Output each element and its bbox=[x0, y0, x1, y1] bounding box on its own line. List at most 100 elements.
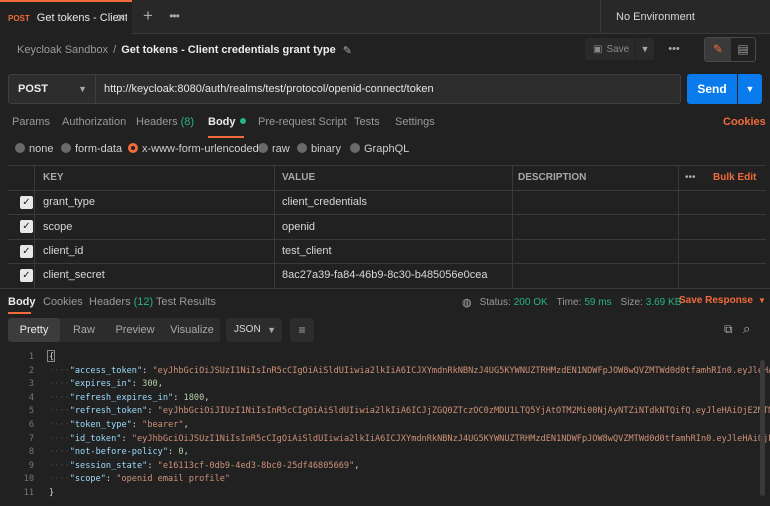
more-tabs-icon[interactable]: ••• bbox=[164, 6, 184, 26]
documentation-icon[interactable]: ▤ bbox=[731, 38, 755, 61]
response-tab-test-results[interactable]: Test Results bbox=[156, 296, 216, 308]
tab-settings[interactable]: Settings bbox=[395, 116, 435, 130]
code-line: } bbox=[49, 488, 55, 498]
radio-circle-selected bbox=[128, 143, 138, 153]
bulk-edit-button[interactable]: Bulk Edit bbox=[713, 166, 756, 190]
cookies-link[interactable]: Cookies bbox=[723, 116, 766, 128]
response-tab-headers-count: (12) bbox=[133, 296, 154, 308]
row-divider bbox=[8, 263, 766, 264]
breadcrumb-collection[interactable]: Keycloak Sandbox bbox=[17, 44, 108, 56]
radio-raw[interactable]: raw bbox=[258, 143, 290, 157]
response-divider[interactable] bbox=[0, 288, 770, 289]
response-body-viewer[interactable]: 1{2 ····"access_token": "eyJhbGciOiJSUzI1… bbox=[0, 350, 770, 506]
vertical-scrollbar[interactable] bbox=[760, 360, 765, 496]
json-key: "expires_in" bbox=[69, 379, 132, 390]
column-header-value: VALUE bbox=[282, 172, 316, 183]
column-divider bbox=[678, 166, 679, 288]
row-checkbox[interactable]: ✓ bbox=[20, 269, 33, 282]
radio-graphql[interactable]: GraphQL bbox=[350, 143, 409, 157]
row-checkbox[interactable]: ✓ bbox=[20, 196, 33, 209]
line-number: 1 bbox=[28, 352, 34, 362]
tab-authorization[interactable]: Authorization bbox=[62, 116, 126, 130]
response-tab-cookies[interactable]: Cookies bbox=[43, 296, 83, 308]
param-key[interactable]: scope bbox=[43, 221, 72, 233]
environment-select[interactable]: No Environment bbox=[600, 0, 770, 34]
param-key[interactable]: client_secret bbox=[43, 269, 105, 281]
search-icon[interactable]: ⌕ bbox=[743, 321, 750, 337]
line-number: 6 bbox=[28, 420, 34, 430]
status-value[interactable]: 200 OK bbox=[514, 297, 548, 308]
json-value: 0 bbox=[178, 447, 184, 458]
radio-binary[interactable]: binary bbox=[297, 143, 341, 157]
param-value[interactable]: test_client bbox=[282, 245, 332, 257]
param-value[interactable]: client_credentials bbox=[282, 196, 367, 208]
format-raw[interactable]: Raw bbox=[62, 318, 106, 342]
format-preview[interactable]: Preview bbox=[108, 318, 162, 342]
tab-body[interactable]: Body bbox=[208, 116, 246, 130]
format-pretty[interactable]: Pretty bbox=[8, 318, 60, 342]
tab-prerequest-script[interactable]: Pre-request Script bbox=[258, 116, 347, 130]
time-label: Time: bbox=[556, 296, 582, 308]
breadcrumb: Keycloak Sandbox / Get tokens - Client c… bbox=[17, 43, 352, 57]
json-value: "openid email profile" bbox=[116, 474, 231, 485]
language-select[interactable]: JSON ▼ bbox=[226, 318, 282, 342]
request-tab[interactable]: POST Get tokens - Client credentials gra… bbox=[0, 0, 132, 34]
format-visualize[interactable]: Visualize bbox=[164, 318, 220, 342]
param-value[interactable]: 8ac27a39-fa84-46b9-8c30-b485056e0cea bbox=[282, 269, 488, 281]
response-tab-headers[interactable]: Headers (12) bbox=[89, 296, 153, 308]
globe-icon[interactable]: ◍ bbox=[462, 296, 472, 309]
time-value[interactable]: 59 ms bbox=[584, 297, 611, 308]
column-divider bbox=[34, 166, 35, 288]
method-select[interactable]: POST ▼ bbox=[8, 74, 96, 104]
url-input[interactable]: http://keycloak:8080/auth/realms/test/pr… bbox=[96, 74, 681, 104]
save-response-button[interactable]: Save Response ▼ bbox=[679, 295, 766, 306]
tab-params[interactable]: Params bbox=[12, 116, 50, 130]
size-value[interactable]: 3.69 KB bbox=[646, 297, 682, 308]
param-value[interactable]: openid bbox=[282, 221, 315, 233]
row-checkbox[interactable]: ✓ bbox=[20, 245, 33, 258]
radio-form-data-label: form-data bbox=[75, 143, 123, 155]
row-checkbox[interactable]: ✓ bbox=[20, 220, 33, 233]
code-line: ····"expires_in": 300, bbox=[49, 379, 163, 390]
json-key: "id_token" bbox=[69, 433, 122, 444]
row-divider bbox=[8, 190, 766, 191]
wrap-lines-icon[interactable]: ≡ bbox=[290, 318, 314, 342]
radio-binary-label: binary bbox=[311, 143, 341, 155]
more-columns-icon[interactable]: ••• bbox=[685, 166, 696, 190]
tab-body-label: Body bbox=[208, 116, 236, 128]
param-key[interactable]: client_id bbox=[43, 245, 83, 257]
radio-none-label: none bbox=[29, 143, 54, 155]
plus-icon[interactable]: + bbox=[138, 6, 158, 26]
chevron-down-icon[interactable]: ▼ bbox=[636, 38, 654, 60]
chevron-down-icon: ▼ bbox=[267, 325, 276, 335]
request-tab-method: POST bbox=[8, 13, 30, 23]
param-key[interactable]: grant_type bbox=[43, 196, 95, 208]
radio-urlencoded[interactable]: x-www-form-urlencoded bbox=[128, 143, 259, 157]
row-divider bbox=[8, 239, 766, 240]
copy-icon[interactable]: ⧉ bbox=[724, 322, 733, 337]
radio-form-data[interactable]: form-data bbox=[61, 143, 122, 157]
radio-urlencoded-label: x-www-form-urlencoded bbox=[142, 143, 259, 155]
radio-none[interactable]: none bbox=[15, 143, 53, 157]
pencil-icon[interactable]: ✎ bbox=[343, 44, 352, 57]
save-response-label: Save Response bbox=[679, 295, 753, 306]
pencil-icon[interactable]: ✎ bbox=[705, 38, 731, 61]
json-value: "eyJhbGciOiJSUzI1NiIsInR5cCIgOiAiSldUIiw… bbox=[131, 433, 770, 444]
column-divider bbox=[512, 166, 513, 288]
send-button[interactable]: Send bbox=[687, 74, 737, 104]
tab-headers-label: Headers bbox=[136, 116, 178, 128]
code-line: ····"access_token": "eyJhbGciOiJSUzI1NiI… bbox=[49, 366, 770, 376]
response-tab-body[interactable]: Body bbox=[8, 296, 36, 308]
tab-tests[interactable]: Tests bbox=[354, 116, 380, 130]
json-key: "not-before-policy" bbox=[69, 447, 169, 458]
chevron-down-icon[interactable]: ▼ bbox=[738, 74, 762, 104]
tab-headers[interactable]: Headers (8) bbox=[136, 116, 194, 130]
line-number: 8 bbox=[28, 447, 34, 458]
radio-circle bbox=[258, 143, 268, 153]
code-line: ····"scope": "openid email profile" bbox=[49, 474, 231, 485]
close-icon[interactable]: ✕ bbox=[116, 11, 126, 25]
save-button[interactable]: ▣ Save bbox=[585, 38, 635, 60]
json-value: "e16113cf-0db9-4ed3-8bc0-25df46805669" bbox=[157, 460, 355, 471]
column-header-description: DESCRIPTION bbox=[518, 172, 587, 183]
more-actions-icon[interactable]: ••• bbox=[664, 38, 684, 60]
